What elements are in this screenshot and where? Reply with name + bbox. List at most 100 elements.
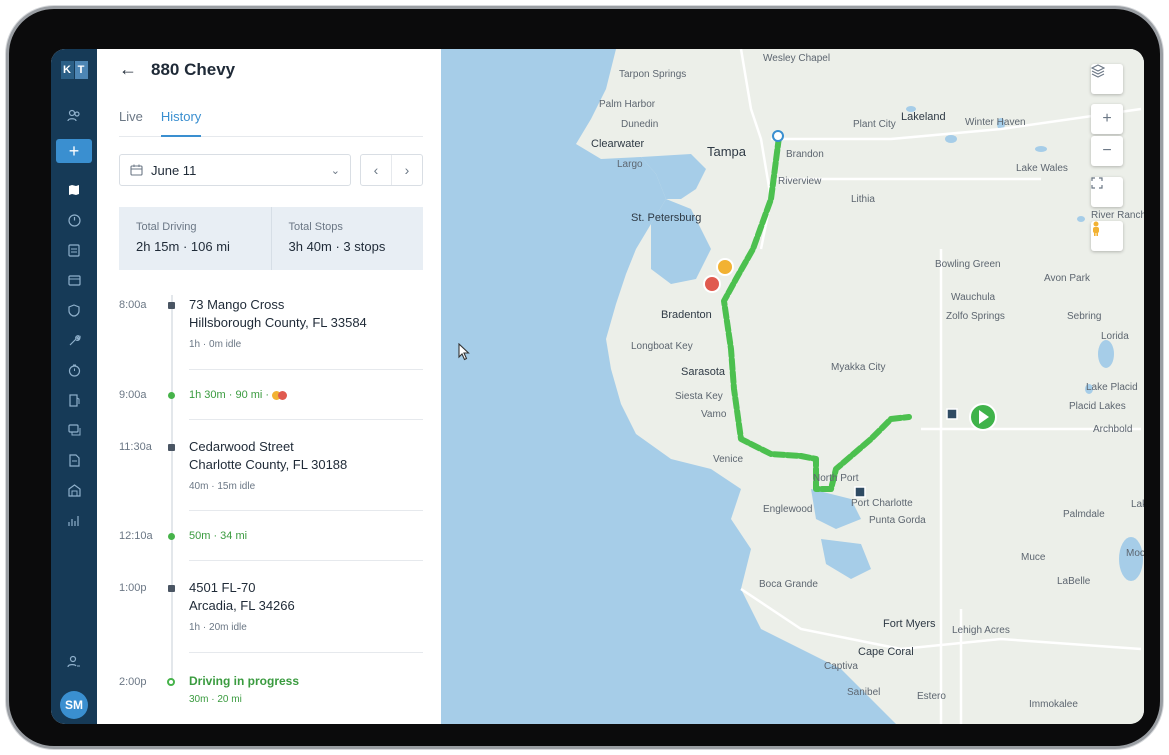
drive-time: 12:10a xyxy=(119,530,153,542)
chat-icon[interactable] xyxy=(51,415,97,445)
total-stops-value: 3h 40m · 3 stops xyxy=(288,239,386,254)
stop-region: Hillsborough County, FL 33584 xyxy=(189,315,367,330)
driving-status: Driving in progress xyxy=(189,674,300,688)
avatar[interactable]: SM xyxy=(60,691,88,719)
map-label: Bradenton xyxy=(661,309,712,321)
map-label: Lake Placid xyxy=(1086,382,1138,393)
user-settings-icon[interactable] xyxy=(51,647,97,677)
map-label: Tarpon Springs xyxy=(619,69,687,80)
page-title: 880 Chevy xyxy=(151,59,236,79)
stop-time: 8:00a xyxy=(119,299,147,311)
lake xyxy=(1077,216,1085,222)
divider xyxy=(189,560,423,561)
stop-marker xyxy=(168,302,175,309)
total-driving-value: 2h 15m · 106 mi xyxy=(136,239,230,254)
fuel-icon[interactable] xyxy=(51,385,97,415)
bay xyxy=(821,539,871,579)
alert-event-icon[interactable] xyxy=(703,275,721,293)
stop-address: 73 Mango Cross xyxy=(189,297,285,312)
drivers-icon[interactable] xyxy=(51,101,97,131)
alert-event-icon xyxy=(278,390,288,400)
previous-day-button[interactable]: ‹ xyxy=(361,155,392,185)
reports-icon[interactable] xyxy=(51,505,97,535)
map-label: Palm Harbor xyxy=(599,99,656,110)
date-nav: ‹ › xyxy=(360,154,423,186)
start-marker[interactable] xyxy=(772,130,784,142)
map-label: Captiva xyxy=(824,661,858,672)
wrench-icon[interactable] xyxy=(51,325,97,355)
stop-marker xyxy=(168,585,175,592)
map-label: Estero xyxy=(917,691,946,702)
map-label: Clearwater xyxy=(591,138,645,150)
drive-summary: 1h 30m · 90 mi · xyxy=(189,389,288,401)
arrow-left-icon[interactable]: ← xyxy=(119,59,137,80)
mouse-cursor-icon xyxy=(458,342,470,366)
next-day-button[interactable]: › xyxy=(392,155,422,185)
current-duration: 30m · 20 mi xyxy=(189,694,242,705)
drive-time: 9:00a xyxy=(119,389,147,401)
calendar-icon xyxy=(130,164,143,176)
road-4 xyxy=(771,107,1142,141)
map-label: Moc xyxy=(1126,548,1144,559)
map-label: Fort Myers xyxy=(883,618,936,630)
divider xyxy=(189,369,423,370)
map-label: Avon Park xyxy=(1044,273,1090,284)
total-driving-label: Total Driving xyxy=(136,221,197,233)
map-label: Lake Wales xyxy=(1016,163,1068,174)
document-icon[interactable] xyxy=(51,445,97,475)
calendar-icon[interactable] xyxy=(51,265,97,295)
map-label: Longboat Key xyxy=(631,341,693,352)
title-row: ← 880 Chevy xyxy=(119,59,235,80)
stop-marker[interactable] xyxy=(854,486,866,498)
map-icon[interactable] xyxy=(51,175,97,205)
map-label: Bowling Green xyxy=(935,259,1001,270)
map-label: Sanibel xyxy=(847,687,881,698)
tab-bar: Live History xyxy=(119,109,423,137)
stop-duration: 40m · 15m idle xyxy=(189,481,256,492)
list-icon[interactable] xyxy=(51,235,97,265)
divider xyxy=(189,510,423,511)
add-icon[interactable]: + xyxy=(56,139,92,163)
map-label: Winter Haven xyxy=(965,117,1026,128)
trip-summary: Total Driving 2h 15m · 106 mi Total Stop… xyxy=(119,207,423,270)
shield-icon[interactable] xyxy=(51,295,97,325)
fullscreen-button[interactable] xyxy=(1091,177,1123,207)
stop-marker[interactable] xyxy=(946,408,958,420)
map-label: Riverview xyxy=(778,176,822,187)
gulf-of-mexico xyxy=(441,49,896,724)
stop-time: 11:30a xyxy=(119,441,152,453)
tab-live[interactable]: Live xyxy=(119,109,143,137)
map-label: Cape Coral xyxy=(858,646,914,658)
warning-event-icon[interactable] xyxy=(716,258,734,276)
zoom-out-button[interactable]: − xyxy=(1091,136,1123,166)
nav-rail: K T + SM xyxy=(51,49,97,724)
current-time: 2:00p xyxy=(119,676,147,688)
timer-icon[interactable] xyxy=(51,355,97,385)
lake xyxy=(1035,146,1047,152)
route-map[interactable]: Wesley Chapel Tarpon Springs Palm Harbor… xyxy=(441,49,1144,724)
drive-text: 1h 30m · 90 mi · xyxy=(189,389,270,401)
map-label: Zolfo Springs xyxy=(946,311,1005,322)
street-view-button[interactable] xyxy=(1091,221,1123,251)
fullscreen-icon xyxy=(1091,177,1103,189)
map-label: Plant City xyxy=(853,119,896,130)
tab-history[interactable]: History xyxy=(160,109,202,137)
date-picker[interactable]: June 11 ⌄ xyxy=(119,154,351,186)
map-label: Wauchula xyxy=(951,292,996,303)
date-value: June 11 xyxy=(151,162,197,178)
app-screen: K T + SM ← 880 Chevy Live History June 1… xyxy=(51,49,1144,724)
dashboard-icon[interactable] xyxy=(51,205,97,235)
history-panel: ← 880 Chevy Live History June 11 ⌄ ‹ › T… xyxy=(97,49,441,724)
stop-duration: 1h · 0m idle xyxy=(189,339,242,350)
map-label: Myakka City xyxy=(831,362,886,373)
map-label: Port Charlotte xyxy=(851,498,913,509)
charlotte-harbor xyxy=(811,489,861,529)
logo-letter-k: K xyxy=(60,61,74,79)
lake xyxy=(945,135,957,143)
garage-icon[interactable] xyxy=(51,475,97,505)
layers-button[interactable] xyxy=(1091,64,1123,94)
app-logo[interactable]: K T xyxy=(60,61,88,79)
map-label: North Port xyxy=(813,473,859,484)
drive-marker xyxy=(168,392,175,399)
zoom-in-button[interactable]: + xyxy=(1091,104,1123,134)
